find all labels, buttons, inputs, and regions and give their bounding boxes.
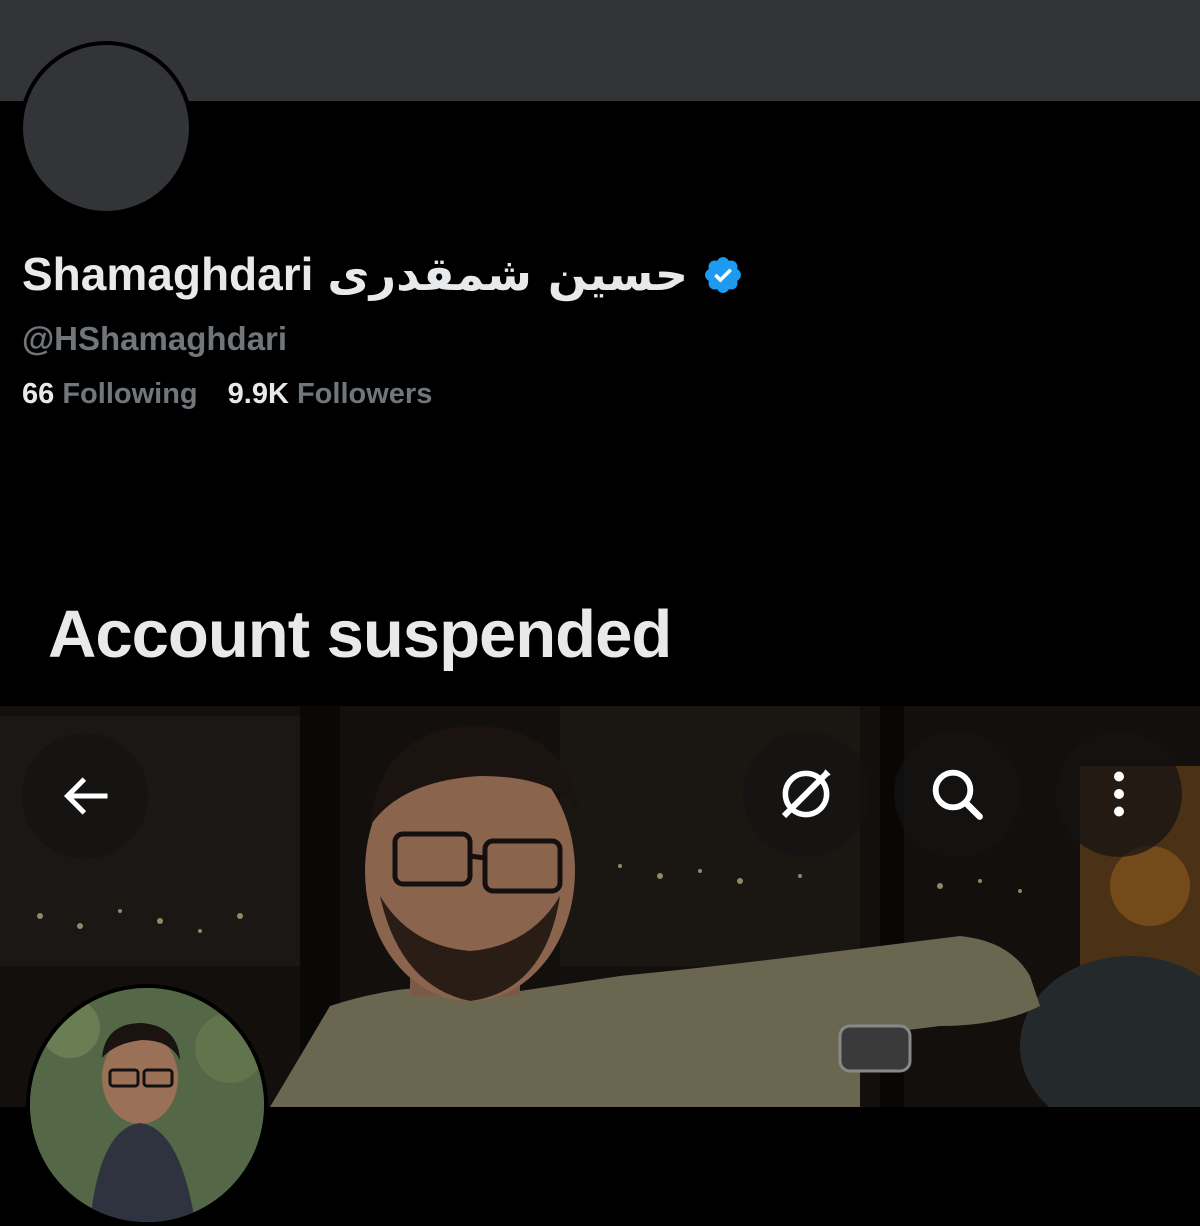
search-button[interactable] [894,731,1020,857]
profile-name-latin: Shamaghdari [22,248,314,300]
profile-name-row: Shamaghdari حسین شمقدری [22,246,744,302]
followers-label: Followers [296,378,433,410]
followers-stat[interactable]: 9.9K Followers [228,378,433,411]
profile-handle: @HShamaghdari [22,320,288,357]
profile-stats: 66 Following 9.9K Followers [22,378,432,411]
following-count: 66 [22,378,55,410]
profile-avatar[interactable] [26,984,268,1226]
grok-button[interactable] [743,731,869,857]
more-options-button[interactable] [1056,731,1182,857]
more-vertical-icon [1114,771,1124,817]
verified-badge-icon[interactable] [702,253,744,295]
back-button[interactable] [22,733,148,859]
grok-icon [781,769,831,819]
followers-count: 9.9K [227,378,289,410]
search-icon [932,769,983,820]
avatar-photo [30,988,264,1222]
profile-avatar-placeholder[interactable] [19,41,193,215]
following-stat[interactable]: 66 Following [22,378,198,411]
account-suspended-message: Account suspended [48,597,672,672]
profile-name-arabic: حسین شمقدری [327,247,688,301]
arrow-left-icon [63,777,108,815]
following-label: Following [62,378,198,410]
